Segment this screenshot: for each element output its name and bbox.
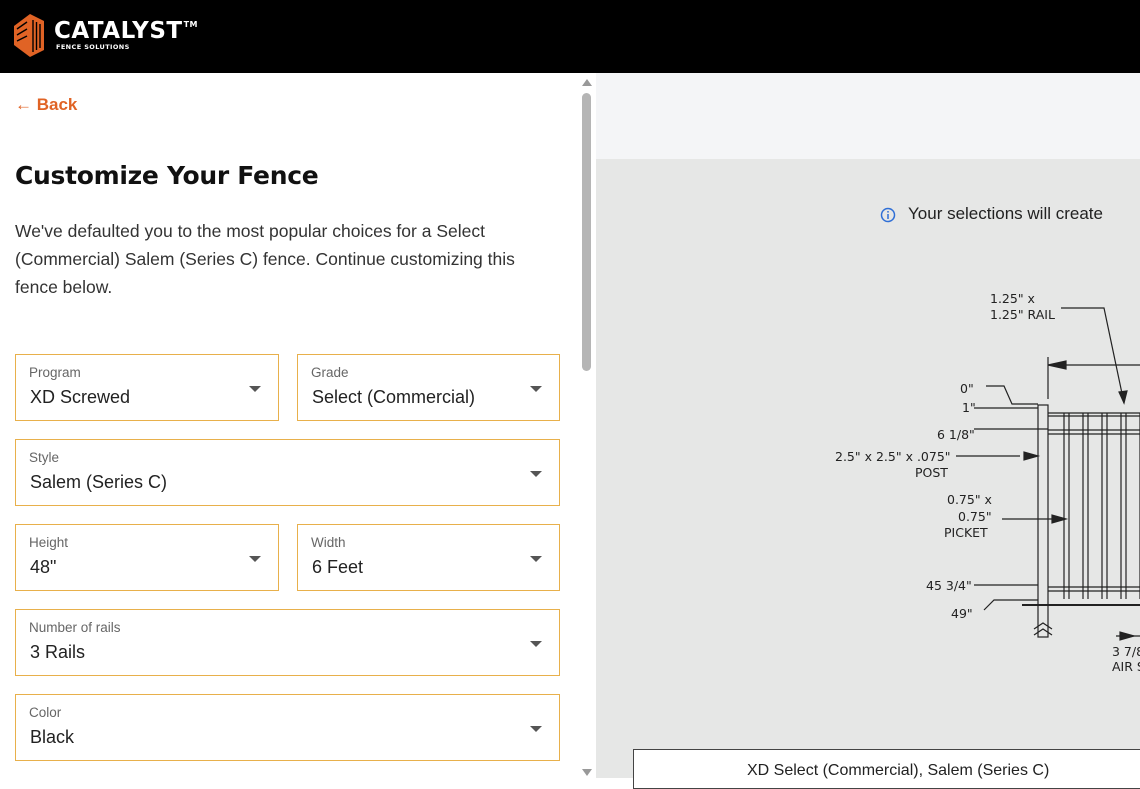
dim-air-b: AIR S [1112, 659, 1140, 674]
scroll-up-arrow-icon[interactable] [582, 79, 592, 86]
dim-45-3-4: 45 3/4" [926, 578, 972, 593]
scrollbar-thumb[interactable] [582, 93, 591, 371]
chevron-down-icon [530, 726, 542, 732]
arrow-left-icon: ← [15, 95, 32, 114]
style-select[interactable]: Style Salem (Series C) [15, 439, 560, 506]
height-label: Height [29, 535, 69, 550]
program-select[interactable]: Program XD Screwed [15, 354, 279, 421]
grade-select[interactable]: Grade Select (Commercial) [297, 354, 560, 421]
program-label: Program [29, 365, 81, 380]
fence-drawing: 1.25" x 1.25" RAIL 0" 1" 6 1/8" 2.5" x 2… [835, 291, 1140, 674]
brand-name[interactable]: CATALYSTTM [54, 18, 198, 44]
intro-text: We've defaulted you to the most popular … [15, 221, 515, 297]
dim-6-1-8: 6 1/8" [937, 427, 975, 442]
dim-49: 49" [951, 606, 973, 621]
height-value: 48" [30, 557, 57, 577]
back-label: Back [36, 95, 78, 114]
dim-picket-a: 0.75" x [947, 492, 992, 507]
height-select[interactable]: Height 48" [15, 524, 279, 591]
top-bar: CATALYSTTM FENCE SOLUTIONS [0, 0, 1140, 73]
dim-picket-b: 0.75" [958, 509, 992, 524]
scrollbar[interactable] [578, 73, 596, 778]
dim-rail-b: 1.25" RAIL [990, 307, 1055, 322]
product-caption-box: XD Select (Commercial), Salem (Series C) [633, 749, 1140, 789]
customize-panel: ← Back Customize Your Fence We've defaul… [0, 73, 596, 778]
chevron-down-icon [530, 471, 542, 477]
color-select[interactable]: Color Black [15, 694, 560, 761]
color-value: Black [30, 727, 75, 747]
dim-picket-c: PICKET [944, 525, 988, 540]
chevron-down-icon [249, 556, 261, 562]
dim-post-a: 2.5" x 2.5" x .075" [835, 449, 951, 464]
style-label: Style [29, 450, 60, 465]
brand-text: CATALYST [54, 18, 183, 44]
width-select[interactable]: Width 6 Feet [297, 524, 560, 591]
grade-value: Select (Commercial) [312, 387, 476, 407]
preview-header [596, 73, 1140, 159]
chevron-down-icon [249, 386, 261, 392]
chevron-down-icon [530, 641, 542, 647]
width-label: Width [311, 535, 346, 550]
style-value: Salem (Series C) [30, 472, 168, 492]
trademark: TM [183, 20, 199, 29]
page-title: Customize Your Fence [15, 161, 319, 190]
catalyst-logo-icon [14, 14, 44, 57]
dim-0: 0" [960, 381, 974, 396]
grade-label: Grade [311, 365, 349, 380]
back-link[interactable]: ← Back [15, 95, 77, 115]
dim-air-a: 3 7/8 [1112, 644, 1140, 659]
chevron-down-icon [530, 386, 542, 392]
dim-1: 1" [962, 400, 976, 415]
chevron-down-icon [530, 556, 542, 562]
program-value: XD Screwed [30, 387, 131, 407]
scroll-down-arrow-icon[interactable] [582, 769, 592, 776]
brand-subtitle: FENCE SOLUTIONS [56, 43, 130, 51]
color-label: Color [29, 705, 62, 720]
rails-value: 3 Rails [30, 642, 86, 662]
width-value: 6 Feet [312, 557, 364, 577]
dim-post-b: POST [915, 465, 948, 480]
rails-select[interactable]: Number of rails 3 Rails [15, 609, 560, 676]
rails-label: Number of rails [29, 620, 121, 635]
product-caption: XD Select (Commercial), Salem (Series C) [747, 762, 1050, 779]
dim-rail-a: 1.25" x [990, 291, 1035, 306]
